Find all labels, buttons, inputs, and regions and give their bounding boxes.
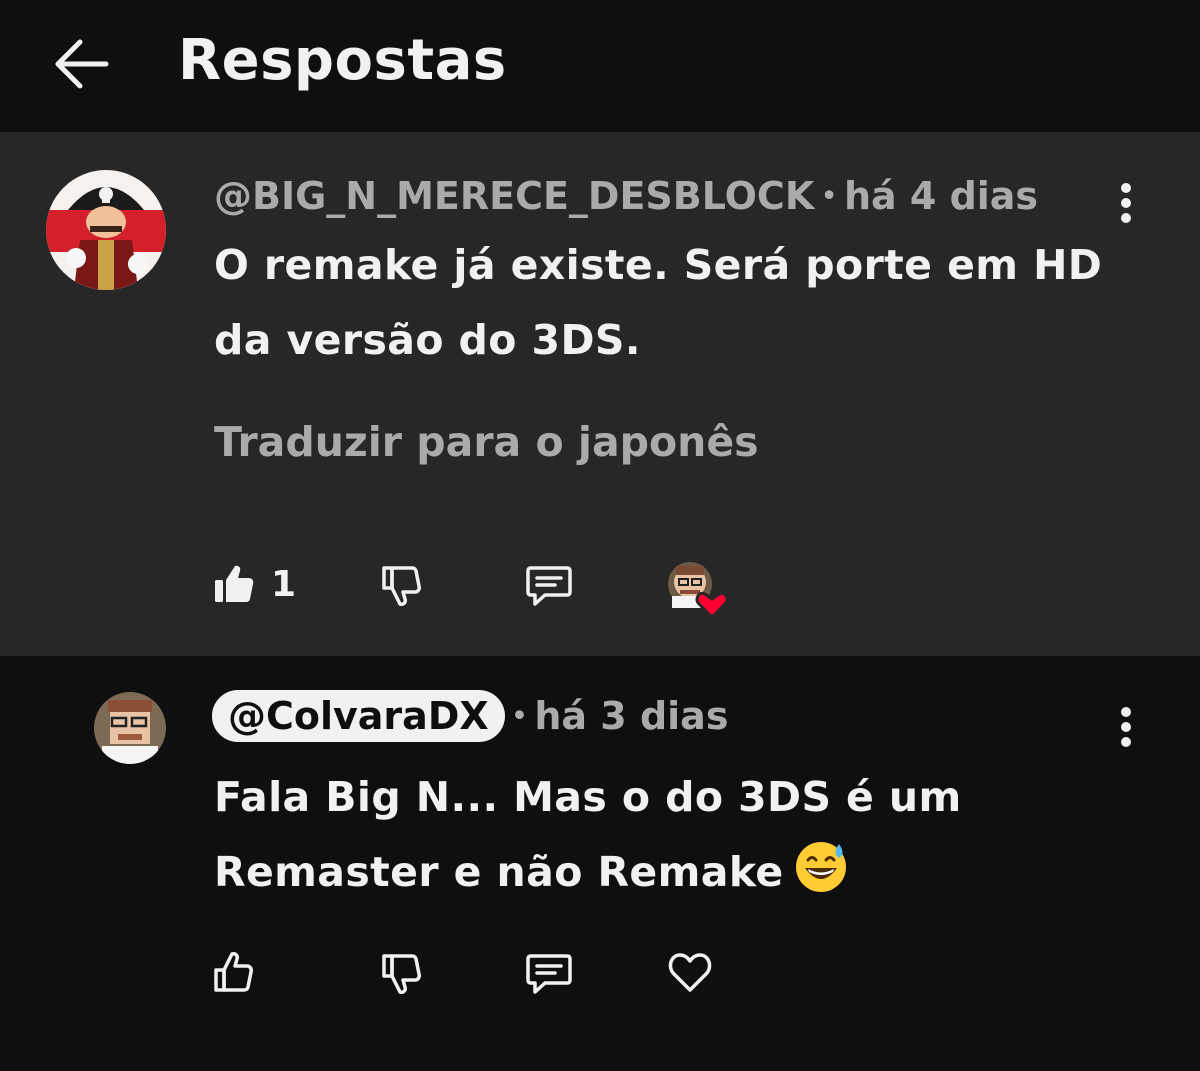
comment-text: Fala Big N... Mas o do 3DS é um Remaster… xyxy=(214,760,962,918)
comment-text-line: O remake já existe. Será porte em HD xyxy=(214,241,1103,289)
more-options-button[interactable] xyxy=(1106,174,1146,234)
thumbs-down-icon xyxy=(382,954,421,994)
arrow-left-icon xyxy=(55,39,109,89)
creator-handle-badge[interactable]: @ColvaraDX xyxy=(212,690,505,742)
pirate-character-avatar-icon xyxy=(46,170,166,290)
comment-text-segment: Remaster e não Remake xyxy=(214,848,784,896)
reply-button[interactable] xyxy=(525,564,573,612)
like-button[interactable] xyxy=(212,562,256,610)
comment-text-line: Remaster e não Remake xyxy=(214,835,962,918)
dislike-button[interactable] xyxy=(380,564,424,612)
more-vertical-icon xyxy=(1121,183,1131,223)
reply-comment: @ColvaraDX • há 3 dias Fala Big N... Mas… xyxy=(0,656,1200,1071)
more-options-button[interactable] xyxy=(1106,698,1146,758)
page-title: Respostas xyxy=(178,28,507,93)
highlighted-comment: @BIG_N_MERECE_DESBLOCK • há 4 dias O rem… xyxy=(0,132,1200,656)
comment-text-line: da versão do 3DS. xyxy=(214,316,641,364)
comment-icon xyxy=(526,566,572,606)
like-count: 1 xyxy=(271,564,297,605)
thumbs-up-filled-icon xyxy=(215,565,254,602)
thumbs-up-icon xyxy=(214,952,253,992)
comment-text-line: Fala Big N... Mas o do 3DS é um xyxy=(214,773,962,821)
meta-separator: • xyxy=(820,178,838,214)
channel-handle[interactable]: @BIG_N_MERECE_DESBLOCK xyxy=(214,174,814,218)
meta-separator: • xyxy=(510,698,529,734)
comment-text: O remake já existe. Será porte em HD da … xyxy=(214,228,1102,378)
pixel-art-avatar-icon xyxy=(94,692,166,764)
back-button[interactable] xyxy=(50,32,114,96)
comment-icon xyxy=(526,954,572,994)
like-button[interactable] xyxy=(212,950,256,998)
dislike-button[interactable] xyxy=(380,952,424,1000)
more-vertical-icon xyxy=(1121,707,1131,747)
reply-button[interactable] xyxy=(525,952,573,1000)
avatar[interactable] xyxy=(46,170,166,290)
comment-meta: @ColvaraDX • há 3 dias xyxy=(212,690,728,742)
creator-heart-badge[interactable] xyxy=(666,560,732,624)
comment-timestamp[interactable]: há 3 dias xyxy=(534,694,728,738)
grinning-face-with-sweat-icon xyxy=(794,840,848,918)
heart-outline-icon xyxy=(668,953,712,992)
heart-button[interactable] xyxy=(666,950,714,998)
top-app-bar: Respostas xyxy=(0,0,1200,132)
creator-heart-icon xyxy=(668,562,729,620)
comment-meta: @BIG_N_MERECE_DESBLOCK • há 4 dias xyxy=(214,174,1038,218)
avatar[interactable] xyxy=(94,692,166,764)
comment-timestamp[interactable]: há 4 dias xyxy=(844,174,1038,218)
translate-link[interactable]: Traduzir para o japonês xyxy=(214,418,759,466)
thumbs-down-icon xyxy=(382,566,421,606)
